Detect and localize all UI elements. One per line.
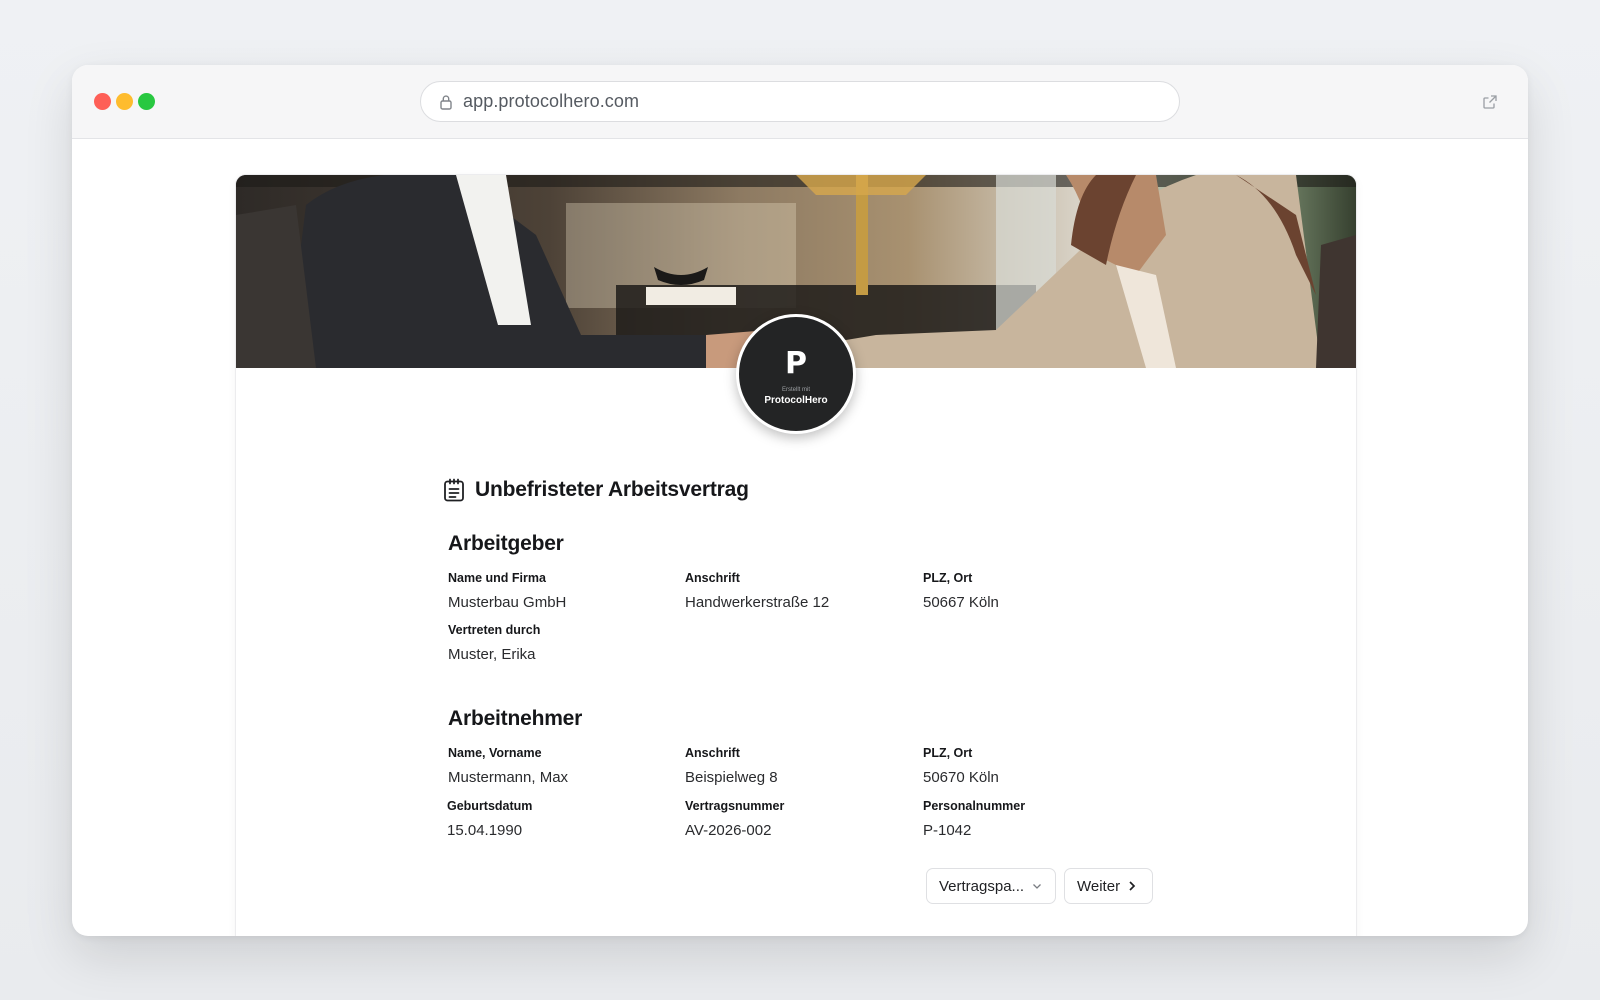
logo-caption: Erstellt mit [781,386,810,393]
field-label: Geburtsdatum [447,799,533,813]
chevron-down-icon [1033,884,1042,889]
field-value: 15.04.1990 [447,822,523,839]
field-label: Anschrift [685,571,740,585]
maximize-window-button[interactable] [138,93,155,110]
next-button-label: Weiter [1077,877,1121,895]
field-label: Vertragsnummer [685,799,785,813]
next-button[interactable]: Weiter [1064,868,1153,904]
field-employee-address: Anschrift Beispielweg 8 [685,746,778,786]
field-employee-birthdate: Geburtsdatum 15.04.1990 [447,799,532,839]
field-label: Anschrift [685,746,740,760]
field-value: 50667 Köln [923,594,999,611]
field-contract-number: Vertragsnummer AV-2026-002 [685,799,784,839]
field-value: Mustermann, Max [448,769,569,786]
browser-window: app.protocolhero.com P Erstellt mit Prot… [72,65,1528,936]
field-label: PLZ, Ort [923,571,973,585]
field-label: Vertreten durch [448,623,541,637]
logo-mark: P [785,345,807,381]
chevron-right-icon [1129,881,1136,891]
url-text: app.protocolhero.com [463,91,640,111]
field-value: Musterbau GmbH [448,594,567,611]
field-label: PLZ, Ort [923,746,973,760]
field-employee-city: PLZ, Ort 50670 Köln [923,746,999,786]
protocolhero-logo-badge: P Erstellt mit ProtocolHero [736,314,856,434]
field-employer-name: Name und Firma Musterbau GmbH [448,571,566,611]
field-value: P-1042 [923,822,972,839]
field-label: Name und Firma [448,571,546,585]
minimize-window-button[interactable] [116,93,133,110]
document-title-text: Unbefristeter Arbeitsvertrag [475,478,749,501]
section-heading-arbeitnehmer: Arbeitnehmer [448,707,583,730]
field-label: Personalnummer [923,799,1026,813]
field-value: Beispielweg 8 [685,769,778,786]
dropdown-label: Vertragspa... [939,877,1025,895]
field-employer-city: PLZ, Ort 50667 Köln [923,571,999,611]
field-value: Handwerkerstraße 12 [685,594,830,611]
document-card: P Erstellt mit ProtocolHero Unbefristete… [236,175,1356,936]
logo-name: ProtocolHero [764,394,828,406]
document-title: Unbefristeter Arbeitsvertrag [443,478,749,502]
section-heading-arbeitgeber: Arbeitgeber [448,532,564,555]
field-employer-representative: Vertreten durch Muster, Erika [448,623,540,663]
lock-icon [440,94,452,110]
field-employee-name: Name, Vorname Mustermann, Max [448,746,568,786]
field-label: Name, Vorname [448,746,542,760]
field-personnel-number: Personalnummer P-1042 [923,799,1025,839]
field-value: 50670 Köln [923,769,999,786]
field-employer-address: Anschrift Handwerkerstraße 12 [685,571,829,611]
contract-party-dropdown[interactable]: Vertragspa... [926,868,1056,904]
field-value: Muster, Erika [448,646,536,663]
browser-titlebar: app.protocolhero.com [72,65,1528,139]
open-external-icon[interactable] [1482,94,1498,110]
clipboard-icon [444,478,464,502]
close-window-button[interactable] [94,93,111,110]
address-bar[interactable]: app.protocolhero.com [420,81,1180,122]
field-value: AV-2026-002 [685,822,772,839]
